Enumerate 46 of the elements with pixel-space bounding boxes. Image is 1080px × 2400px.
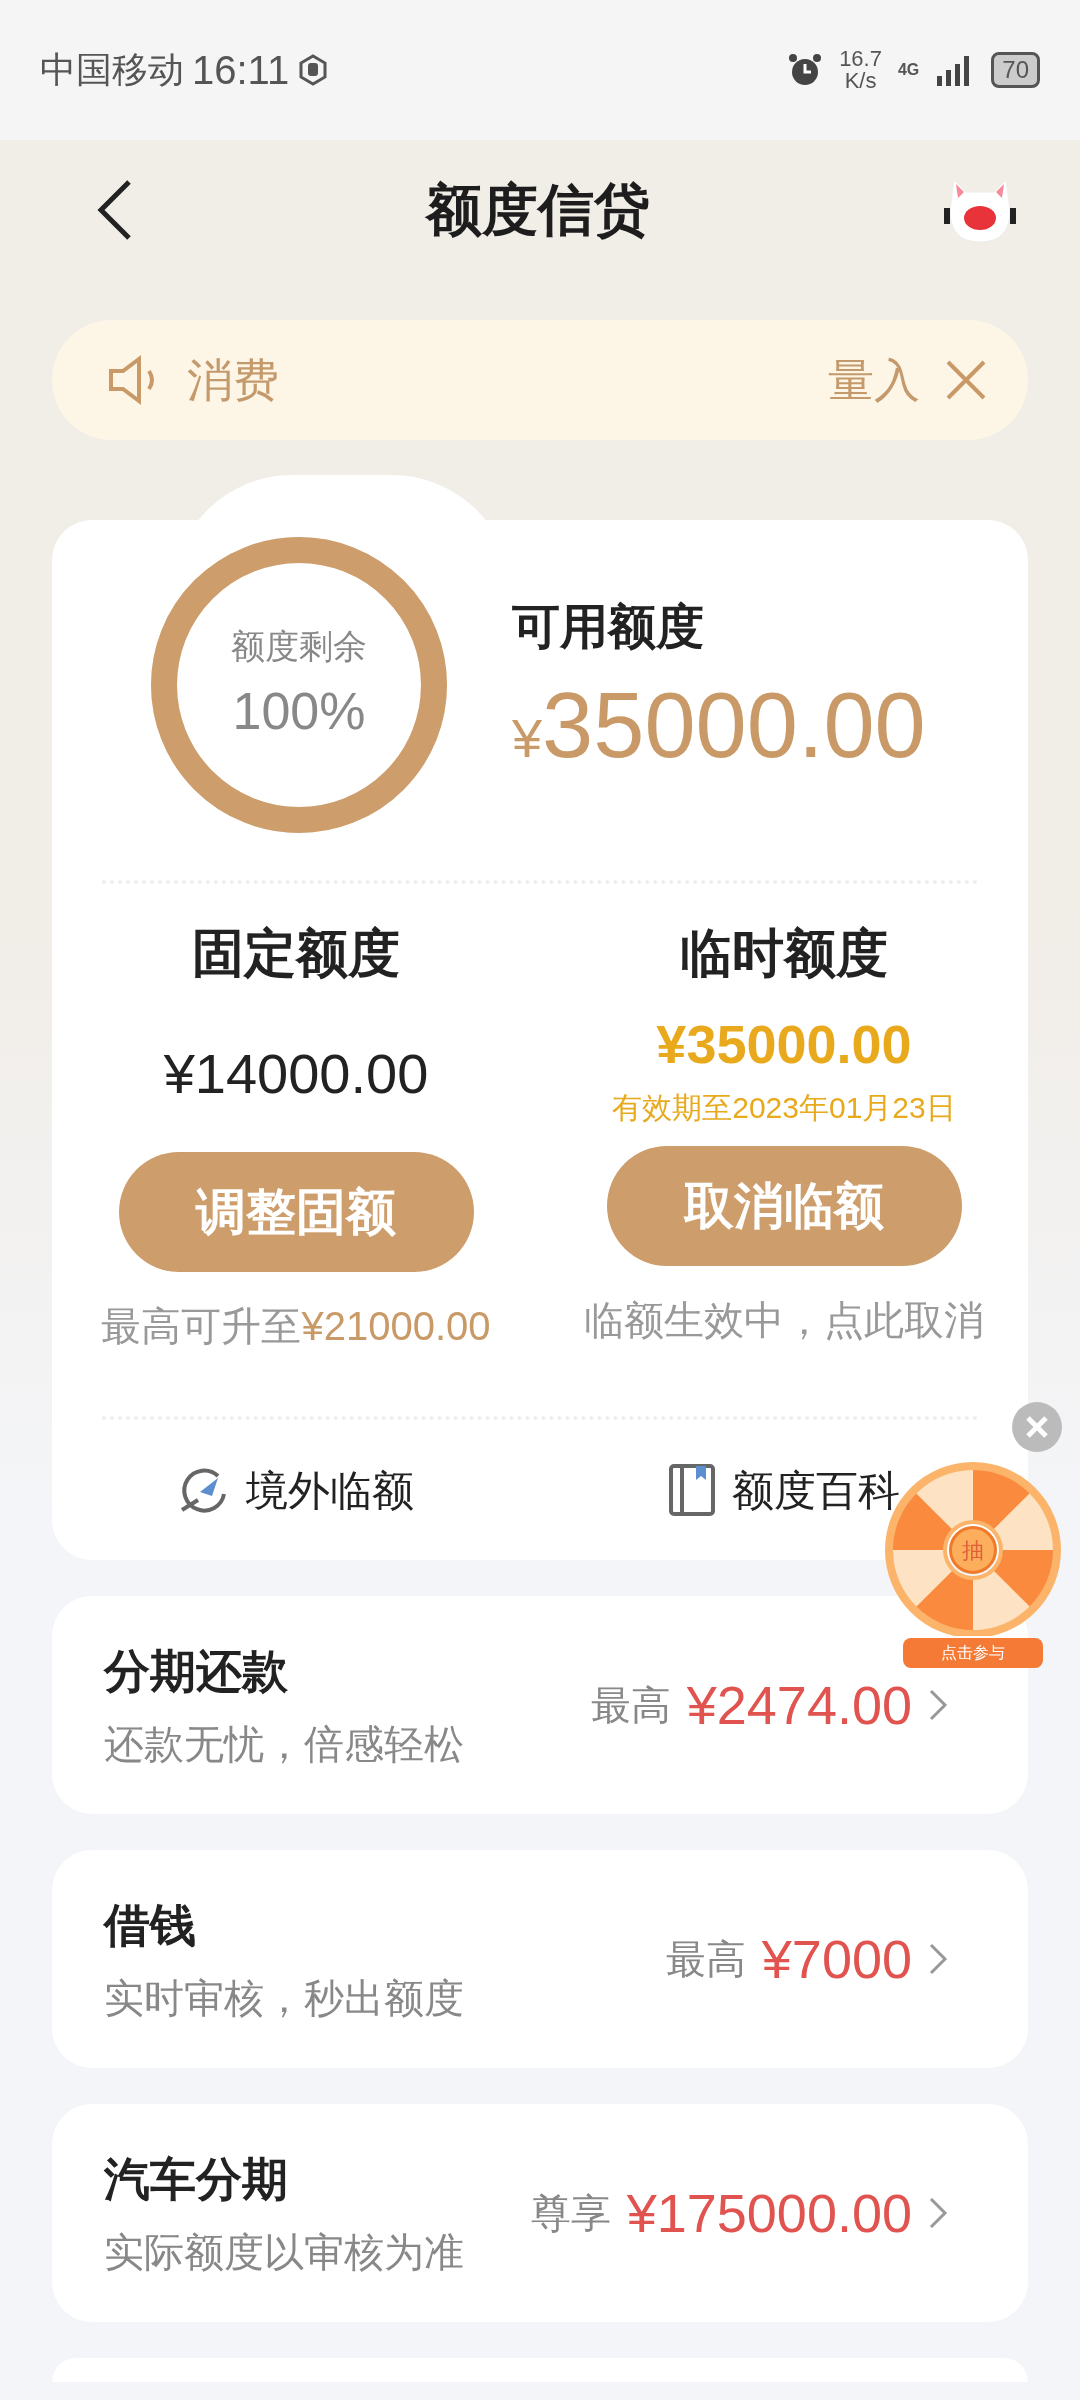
validity-text: 有效期至2023年01月23日 xyxy=(612,1090,956,1126)
product-title: 分期还款 xyxy=(104,1643,289,1699)
product-amount: ¥7000 xyxy=(761,1927,912,1991)
max-amount: ¥21000.00 xyxy=(301,1304,491,1348)
quota-amount: ¥35000.00 xyxy=(656,1013,912,1076)
carrier-name: 中国移动 xyxy=(40,48,184,92)
battery-indicator: 70 xyxy=(991,52,1040,88)
chevron-icon xyxy=(928,1688,948,1722)
quota-title: 固定额度 xyxy=(192,923,400,984)
quick-link[interactable]: 额度百科 xyxy=(668,1458,900,1522)
product-amount: ¥175000.00 xyxy=(626,2181,912,2245)
amount-prefix: 最高 xyxy=(665,1936,746,1983)
product-subtitle: 实际额度以审核为准 xyxy=(104,2228,464,2276)
notice-text: 量入 xyxy=(828,352,920,408)
available-label: 可用额度 xyxy=(512,599,705,655)
speed-unit: K/s xyxy=(844,70,877,92)
notice-text: 消费 xyxy=(187,352,279,408)
quota-title: 临时额度 xyxy=(680,923,888,984)
chevron-icon xyxy=(928,1942,948,1976)
speed-value: 16.7 xyxy=(839,48,882,70)
chevron-icon xyxy=(928,2196,948,2230)
quota-amount: ¥14000.00 xyxy=(163,1041,429,1107)
product-title: 借钱 xyxy=(104,1897,197,1953)
close-icon[interactable] xyxy=(944,358,988,402)
clock-time: 16:11 xyxy=(192,47,290,94)
quota-note: 临额生效中，点此取消 xyxy=(584,1298,984,1342)
network-type: 4G xyxy=(897,60,920,80)
product-title: 汽车分期 xyxy=(104,2151,289,2207)
product-subtitle: 还款无忧，倍感轻松 xyxy=(104,1720,464,1768)
product-card[interactable]: 借钱 实时审核，秒出额度 最高 ¥7000 xyxy=(52,1850,1028,2068)
alarm-icon xyxy=(787,52,824,88)
product-card[interactable]: 汽车分期 实际额度以审核为准 尊享 ¥175000.00 xyxy=(52,2104,1028,2322)
product-amount: ¥2474.00 xyxy=(686,1673,912,1737)
ring-percent: 100% xyxy=(232,680,366,742)
page-title: 额度信贷 xyxy=(425,177,650,243)
quick-link[interactable]: 境外临额 xyxy=(178,1458,414,1522)
book-icon xyxy=(668,1463,716,1517)
close-icon[interactable] xyxy=(1012,1402,1062,1452)
amount-prefix: 最高 xyxy=(590,1682,671,1729)
available-amount: 35000.00 xyxy=(542,679,926,771)
product-subtitle: 实时审核，秒出额度 xyxy=(104,1974,464,2022)
amount-prefix: 尊享 xyxy=(530,2190,611,2237)
quota-note: 最高可升至 xyxy=(101,1304,302,1348)
ring-label: 额度剩余 xyxy=(231,625,367,667)
wheel-ribbon: 点击参与 xyxy=(903,1638,1043,1668)
currency-symbol: ¥ xyxy=(512,708,543,770)
